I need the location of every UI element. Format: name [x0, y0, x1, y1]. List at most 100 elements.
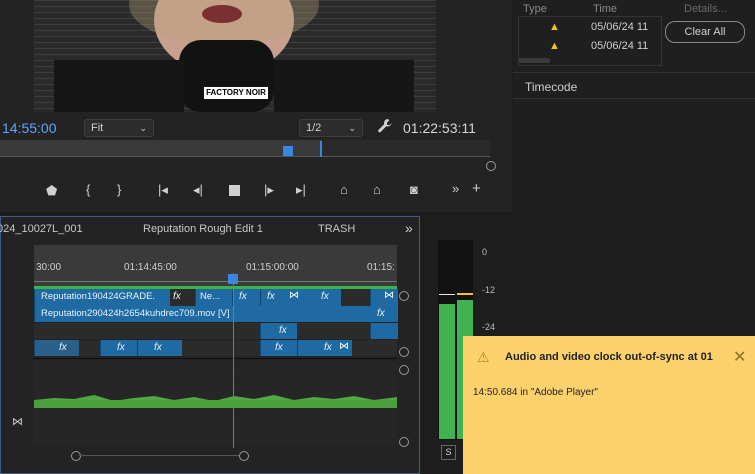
clip-name: Reputation190424GRADE... — [41, 291, 156, 302]
audio-waveform[interactable] — [34, 392, 397, 408]
fx-badge: fx — [324, 342, 332, 353]
track-a3 — [34, 415, 397, 445]
scrubber-remaining[interactable] — [322, 140, 490, 156]
playhead-handle[interactable] — [228, 274, 238, 284]
fx-badge: fx — [321, 291, 329, 302]
transition-icon: ⋈ — [339, 341, 349, 352]
chevron-down-icon: ⌄ — [139, 123, 147, 133]
out-point-marker — [320, 141, 322, 157]
mark-out-icon[interactable]: } — [117, 183, 121, 197]
scroll-handle[interactable] — [399, 365, 409, 375]
transition-icon: ⋈ — [384, 290, 394, 301]
warning-icon: ▲ — [549, 21, 560, 33]
track-a2 — [34, 378, 397, 414]
wrench-icon[interactable] — [377, 118, 393, 139]
ruler-ticks — [34, 281, 397, 282]
chevron-down-icon: ⌄ — [348, 123, 356, 133]
timecode-label: Timecode — [525, 80, 578, 94]
clip[interactable]: fx ⋈ fx — [260, 289, 341, 306]
resolution-select[interactable]: 1/2 ⌄ — [299, 119, 363, 137]
track-a1 — [34, 361, 397, 377]
clip[interactable]: fx — [232, 289, 261, 306]
col-details[interactable]: Details... — [684, 3, 727, 15]
clear-all-button[interactable]: Clear All — [665, 21, 745, 43]
meter-scale: 0 — [482, 247, 488, 257]
clip[interactable] — [370, 323, 398, 339]
camera-icon[interactable]: ◙ — [410, 183, 418, 197]
track-v1: fx — [34, 323, 398, 339]
tab-trash[interactable]: TRASH — [318, 223, 355, 235]
track-v0: fx fx fx fx fx ⋈ — [34, 340, 397, 356]
peak-marker — [457, 293, 473, 295]
tab-sequence[interactable]: 024_10027L_001 — [0, 223, 83, 235]
clip[interactable]: fx ⋈ — [297, 340, 352, 356]
more-icon[interactable]: » — [452, 182, 459, 196]
clip[interactable]: Ne... — [195, 289, 232, 306]
sync-warning-notification[interactable]: ⚠ Audio and video clock out-of-sync at 0… — [463, 336, 755, 474]
clip[interactable]: fx — [137, 340, 182, 356]
more-tabs-icon[interactable]: » — [405, 220, 413, 236]
notification-title: Audio and video clock out-of-sync at 01 — [505, 351, 713, 363]
h-scroll-handle[interactable] — [239, 451, 249, 461]
timeline-panel: 024_10027L_001 Reputation Rough Edit 1 T… — [0, 216, 420, 474]
fx-badge: fx — [275, 342, 283, 353]
scrollbar[interactable] — [518, 58, 550, 63]
mark-in-icon[interactable]: { — [86, 183, 90, 197]
solo-button[interactable]: S — [441, 445, 456, 460]
fx-badge: fx — [173, 291, 181, 302]
scrubber-bar[interactable] — [0, 140, 322, 156]
step-back-icon[interactable]: ◂| — [193, 183, 203, 197]
h-scroll-handle[interactable] — [71, 451, 81, 461]
track-toggle-icon[interactable]: ⋈ — [12, 415, 23, 428]
divider — [513, 98, 755, 99]
add-button-icon[interactable]: + — [472, 181, 481, 196]
clip[interactable]: fx — [34, 340, 79, 356]
event-time[interactable]: 05/06/24 11 — [591, 40, 648, 52]
clip[interactable]: fx — [260, 340, 297, 356]
scroll-handle[interactable] — [399, 437, 409, 447]
zoom-select[interactable]: Fit ⌄ — [84, 119, 154, 137]
peak-marker — [439, 294, 455, 295]
lift-icon[interactable]: ⌂ — [340, 183, 348, 197]
col-type: Type — [523, 3, 547, 15]
extract-icon[interactable]: ⌂ — [373, 183, 381, 197]
close-icon[interactable]: ✕ — [733, 347, 746, 367]
ruler-label: 01:15:00:00 — [246, 262, 299, 273]
video-frame: FACTORY NOIR — [34, 0, 436, 112]
duration-timecode: 01:22:53:11 — [403, 120, 476, 136]
fx-badge: fx — [267, 291, 275, 302]
clip[interactable]: Reputation190424GRADE... — [34, 289, 170, 306]
warning-icon: ▲ — [549, 40, 560, 52]
clip-name: Reputation290424h2654kuhdrec709.mov [V] — [41, 308, 230, 319]
event-time[interactable]: 05/06/24 11 — [591, 21, 648, 33]
tab-rough-edit[interactable]: Reputation Rough Edit 1 — [143, 223, 263, 235]
h-scrollbar[interactable] — [79, 455, 239, 456]
resolution-value: 1/2 — [306, 122, 322, 134]
stop-icon[interactable] — [229, 185, 240, 196]
meter-scale: -12 — [482, 285, 496, 295]
scroll-handle[interactable] — [399, 347, 409, 357]
time-ruler[interactable]: 30:00 01:14:45:00 01:15:00:00 01:15: — [34, 245, 397, 289]
fx-badge: fx — [117, 342, 125, 353]
ruler-label: 01:15: — [367, 262, 395, 273]
transition-icon: ⋈ — [289, 290, 299, 301]
notification-body: 14:50.684 in "Adobe Player" — [473, 387, 598, 398]
meter-scale: -24 — [482, 322, 496, 332]
clip[interactable]: ⋈ — [370, 289, 398, 306]
clip[interactable]: fx — [100, 340, 137, 356]
warning-icon: ⚠ — [477, 349, 490, 365]
marker-icon[interactable]: ⬟ — [46, 184, 57, 198]
playhead-marker[interactable] — [283, 146, 293, 156]
step-forward-icon[interactable]: |▸ — [264, 183, 274, 197]
ruler-label: 30:00 — [36, 262, 62, 273]
playhead-timecode[interactable]: 14:55:00 — [2, 120, 57, 136]
clip[interactable]: fx — [260, 323, 297, 339]
divider — [513, 72, 755, 73]
scroll-handle[interactable] — [399, 291, 409, 301]
clip[interactable]: Reputation290424h2654kuhdrec709.mov [V] … — [34, 306, 398, 322]
track-divider — [34, 358, 397, 359]
program-monitor: FACTORY NOIR 14:55:00 Fit ⌄ 1/2 ⌄ 01:22:… — [0, 0, 512, 212]
go-to-out-icon[interactable]: ▸| — [296, 183, 306, 197]
scroll-handle[interactable] — [486, 161, 496, 171]
go-to-in-icon[interactable]: |◂ — [158, 183, 168, 197]
